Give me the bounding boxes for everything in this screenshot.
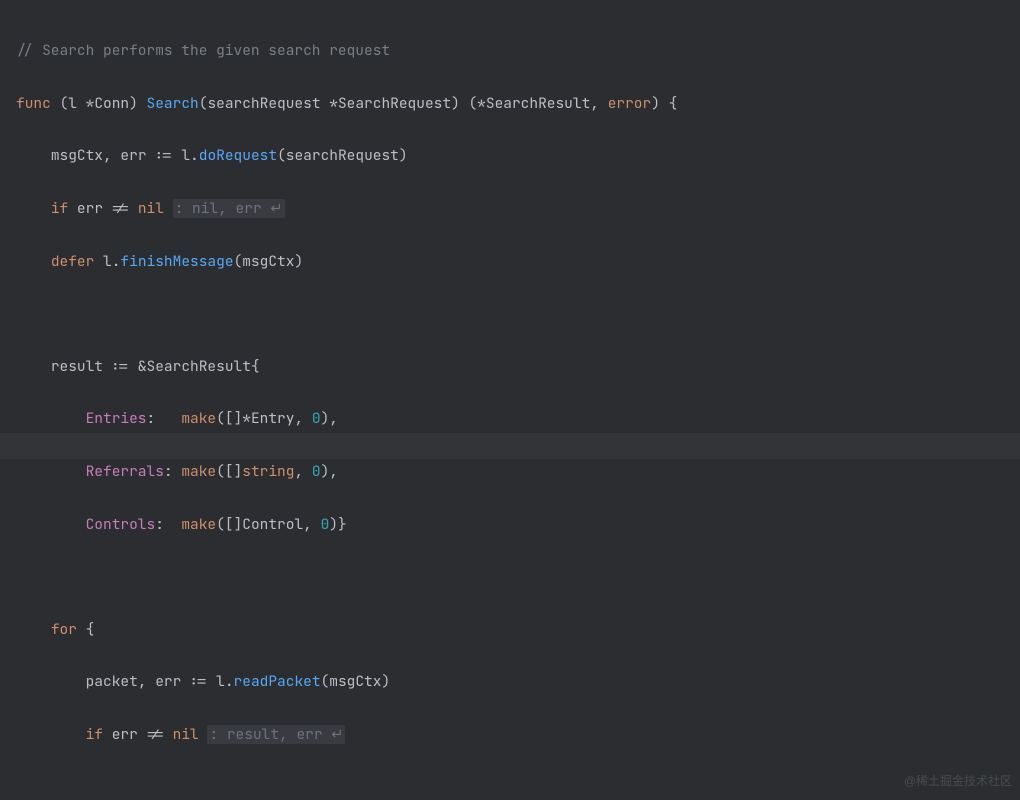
code-line[interactable]: defer l.finishMessage(msgCtx) — [16, 249, 885, 275]
code-line[interactable]: Entries: make([]*Entry, 0), — [16, 406, 885, 432]
code-line[interactable]: Referrals: make([]string, 0), — [16, 459, 885, 485]
comment: // Search performs the given search requ… — [16, 41, 390, 60]
watermark: @稀土掘金技术社区 — [904, 768, 1012, 794]
code-line[interactable]: for { — [16, 617, 885, 643]
code-line[interactable] — [16, 564, 885, 590]
code-line[interactable] — [16, 301, 885, 327]
code-line[interactable]: packet, err := l.readPacket(msgCtx) — [16, 669, 885, 695]
inline-hint: : nil, err ↵ — [173, 199, 285, 218]
code-line[interactable]: result := &SearchResult{ — [16, 354, 885, 380]
code-line[interactable]: func (l *Conn) Search(searchRequest *Sea… — [16, 91, 885, 117]
code-line[interactable]: if err != nil : nil, err ↵ — [16, 196, 885, 222]
inline-hint: : result, err ↵ — [207, 725, 345, 744]
code-line[interactable]: msgCtx, err := l.doRequest(searchRequest… — [16, 143, 885, 169]
code-line[interactable]: // Search performs the given search requ… — [16, 38, 885, 64]
code-line[interactable] — [16, 775, 885, 800]
code-editor[interactable]: // Search performs the given search requ… — [16, 12, 885, 800]
code-line[interactable]: if err != nil : result, err ↵ — [16, 722, 885, 748]
gutter — [0, 0, 10, 800]
code-line[interactable]: Controls: make([]Control, 0)} — [16, 512, 885, 538]
